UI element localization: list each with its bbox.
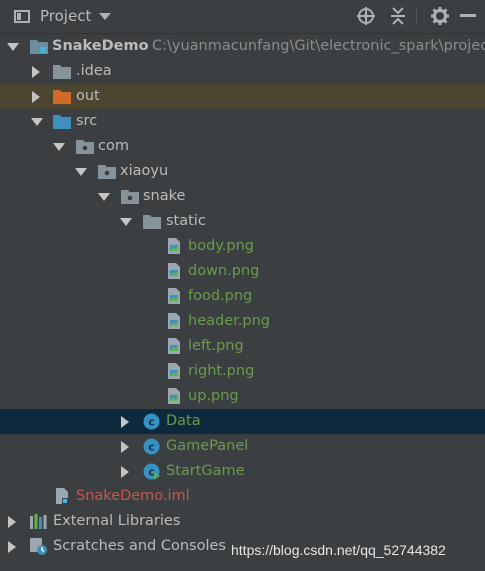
tree-row-idea[interactable]: .idea [0, 59, 485, 84]
chevron-down-icon[interactable] [99, 12, 112, 20]
collapse-icon[interactable] [388, 6, 408, 26]
tree-row-xiaoyu[interactable]: xiaoyu [0, 159, 485, 184]
expand-arrow-icon[interactable] [121, 466, 129, 478]
package-icon [98, 163, 116, 183]
class-icon: c [143, 413, 160, 434]
tree-row-com[interactable]: com [0, 134, 485, 159]
image-file-icon [167, 313, 181, 333]
svg-text:c: c [148, 416, 155, 429]
package-label: snake [143, 188, 186, 204]
image-file-icon [167, 288, 181, 308]
tree-row-src[interactable]: src [0, 109, 485, 134]
image-file-icon [167, 263, 181, 283]
project-view-selector[interactable]: Project [14, 6, 112, 26]
project-window-icon [14, 9, 30, 23]
expand-arrow-icon[interactable] [32, 66, 40, 78]
minimize-icon[interactable] [458, 6, 478, 26]
expand-arrow-icon[interactable] [8, 516, 16, 528]
excluded-folder-icon [53, 88, 71, 108]
module-folder-icon [30, 38, 48, 58]
tree-row-file[interactable]: body.png [0, 234, 485, 259]
svg-text:c: c [148, 441, 155, 454]
folder-label: .idea [76, 63, 112, 79]
folder-label: src [76, 113, 98, 129]
file-label: left.png [188, 338, 244, 354]
package-icon [76, 138, 94, 158]
file-label: header.png [188, 313, 270, 329]
image-file-icon [167, 363, 181, 383]
expand-arrow-icon[interactable] [75, 168, 87, 176]
tree-row-class-gamepanel[interactable]: c GamePanel [0, 434, 485, 459]
class-label: Data [166, 413, 201, 429]
folder-icon [53, 63, 71, 83]
project-view-label: Project [40, 7, 92, 25]
expand-arrow-icon[interactable] [120, 218, 132, 226]
expand-arrow-icon[interactable] [31, 118, 43, 126]
image-file-icon [167, 338, 181, 358]
class-icon: c [143, 438, 160, 459]
tree-row-class-startgame[interactable]: c StartGame [0, 459, 485, 484]
tree-row-static[interactable]: static [0, 209, 485, 234]
folder-label: static [166, 213, 206, 229]
image-file-icon [167, 238, 181, 258]
tree-row-file[interactable]: food.png [0, 284, 485, 309]
class-label: StartGame [166, 463, 245, 479]
file-label: right.png [188, 363, 255, 379]
source-folder-icon [53, 113, 71, 133]
class-label: GamePanel [166, 438, 249, 454]
library-icon [30, 513, 48, 533]
package-icon [121, 188, 139, 208]
file-label: body.png [188, 238, 255, 254]
expand-arrow-icon[interactable] [53, 143, 65, 151]
watermark-text: https://blog.csdn.net/qq_52744382 [231, 542, 446, 558]
module-file-icon [55, 488, 69, 508]
tree-row-file[interactable]: up.png [0, 384, 485, 409]
package-label: com [98, 138, 129, 154]
root-module-name: SnakeDemo [52, 38, 149, 54]
tree-row-root[interactable]: SnakeDemo C:\yuanmacunfang\Git\electroni… [0, 34, 485, 59]
expand-arrow-icon[interactable] [8, 541, 16, 553]
runnable-class-icon: c [143, 463, 160, 484]
file-label: food.png [188, 288, 253, 304]
file-label: down.png [188, 263, 260, 279]
expand-arrow-icon[interactable] [98, 193, 110, 201]
tree-row-iml[interactable]: SnakeDemo.iml [0, 484, 485, 509]
tree-row-snake[interactable]: snake [0, 184, 485, 209]
tree-row-file[interactable]: left.png [0, 334, 485, 359]
project-toolbar: Project [0, 0, 485, 34]
tree-row-file[interactable]: down.png [0, 259, 485, 284]
folder-icon [143, 213, 161, 233]
expand-arrow-icon[interactable] [121, 416, 129, 428]
scratches-label: Scratches and Consoles [53, 538, 226, 554]
image-file-icon [167, 388, 181, 408]
toolbar-divider [416, 7, 417, 25]
file-label: SnakeDemo.iml [76, 488, 190, 504]
external-libraries-label: External Libraries [53, 513, 181, 529]
tree-row-file[interactable]: right.png [0, 359, 485, 384]
folder-label: out [76, 88, 100, 104]
tree-row-external-libraries[interactable]: External Libraries [0, 509, 485, 534]
svg-text:c: c [148, 466, 155, 479]
scratches-icon [30, 538, 48, 560]
target-icon[interactable] [356, 6, 376, 26]
expand-arrow-icon[interactable] [121, 441, 129, 453]
package-label: xiaoyu [120, 163, 169, 179]
tree-row-class-data[interactable]: c Data [0, 409, 485, 434]
tree-row-file[interactable]: header.png [0, 309, 485, 334]
gear-icon[interactable] [430, 6, 450, 26]
root-module-path: C:\yuanmacunfang\Git\electronic_spark\pr… [152, 38, 485, 54]
tree-row-out[interactable]: out [0, 84, 485, 109]
expand-arrow-icon[interactable] [7, 43, 19, 51]
file-label: up.png [188, 388, 239, 404]
expand-arrow-icon[interactable] [32, 91, 40, 103]
project-panel: Project SnakeDemo C:\yuanmacunfang\Git\e… [0, 0, 485, 571]
